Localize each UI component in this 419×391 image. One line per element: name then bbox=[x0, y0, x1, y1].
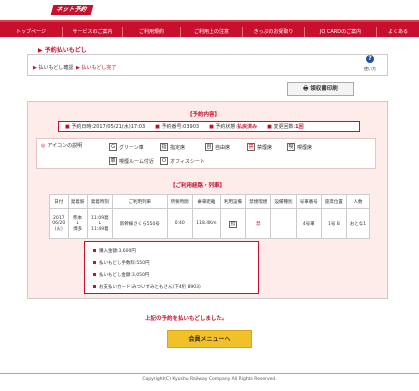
smoking-icon: 喫 bbox=[287, 143, 295, 151]
step-2: ▶ 払いもどし完了 bbox=[76, 65, 117, 71]
office-seat-icon: O bbox=[160, 157, 168, 165]
footer-divider bbox=[0, 373, 419, 374]
cell-type bbox=[270, 208, 297, 239]
header-date: 日付 bbox=[49, 194, 69, 209]
legend-reserved: 指指定席 bbox=[160, 143, 186, 151]
header-stations: 発着駅 bbox=[67, 194, 88, 209]
nav-jqcard[interactable]: JQ CARDのご案内 bbox=[304, 27, 376, 37]
reservation-number: ■ 予約番号:03903 bbox=[155, 124, 200, 130]
legend-smoking: 喫喫煙席 bbox=[287, 143, 313, 151]
reserved-seat-icon: 指 bbox=[228, 220, 238, 228]
legend-nonreserved: 自自由席 bbox=[205, 143, 231, 151]
green-car-icon: G bbox=[109, 143, 117, 151]
copyright: Copyright(C) Kyushu Railway Company All … bbox=[142, 377, 277, 382]
receipt-label: 領収書印刷 bbox=[310, 86, 338, 92]
cell-duration: 0:40 bbox=[166, 208, 193, 239]
nav-notes[interactable]: ご利用上の注意 bbox=[180, 27, 242, 37]
help-label[interactable]: 使い方 bbox=[364, 66, 376, 72]
cell-stations: 熊本 ↓ 博多 bbox=[67, 208, 88, 239]
legend-smoking-room: 車喫煙ルーム付近 bbox=[109, 157, 154, 165]
cell-persons: おとな1 bbox=[346, 208, 370, 239]
header-times: 発着時刻 bbox=[86, 194, 114, 209]
reserved-seat-icon: 指 bbox=[160, 143, 168, 151]
nav-faq[interactable]: よくある bbox=[376, 27, 419, 37]
reservation-date: ■ 予約日時:2017/05/21(水)17:03 bbox=[65, 124, 146, 130]
page-title-text: 予約払いもどし bbox=[44, 47, 87, 54]
printer-icon: 🖶 bbox=[303, 86, 309, 92]
payment-card: お支払いカード:みついすみともさん(下4桁 8903) bbox=[93, 284, 201, 290]
step-2-label: 払いもどし完了 bbox=[81, 65, 117, 71]
legend-nonsmoking: 禁禁煙席 bbox=[247, 143, 273, 151]
nav-tickets[interactable]: きっぷのお受取り bbox=[242, 27, 304, 37]
header-facility: 利用設備 bbox=[219, 194, 247, 209]
non-smoking-icon: 禁 bbox=[247, 143, 255, 151]
nav-terms[interactable]: ご利用規約 bbox=[122, 27, 180, 37]
receipt-print-button[interactable]: 🖶 領収書印刷 bbox=[287, 82, 354, 96]
nav-service[interactable]: サービスのご案内 bbox=[62, 27, 122, 37]
header-car: 号車番号 bbox=[295, 194, 322, 209]
reservation-summary: ■ 予約日時:2017/05/21(水)17:03 ■ 予約番号:03903 ■… bbox=[58, 121, 360, 132]
cell-seat: 1号 B bbox=[320, 208, 348, 239]
logo[interactable]: ネット予約 bbox=[50, 5, 94, 15]
member-menu-button[interactable]: 会員メニューへ bbox=[167, 330, 252, 348]
refund-amount: 払いもどし金額:3,050円 bbox=[93, 272, 149, 278]
completion-notice: 上記の予約を払いもどしました。 bbox=[145, 316, 228, 322]
route-table: 日付 発着駅 発着時刻 ご利用列車 所要時間 乗車距離 利用設備 禁煙喫煙 設備… bbox=[49, 194, 370, 239]
cell-distance: 118.4Km bbox=[191, 208, 221, 239]
main-nav: トップページ サービスのご案内 ご利用規約 ご利用上の注意 きっぷのお受取り J… bbox=[0, 27, 419, 37]
cell-facility: 指 bbox=[219, 208, 247, 239]
cell-smoking: 禁 bbox=[245, 208, 272, 239]
nonreserved-seat-icon: 自 bbox=[205, 143, 213, 151]
table-row: 2017 06/20 (火) 熊本 ↓ 博多 11:09発 ↓ 11:49着 新… bbox=[49, 208, 370, 239]
cell-date: 2017 06/20 (火) bbox=[49, 208, 69, 239]
step-indicator: ▶ 払いもどし確認 ▶ 払いもどし完了 bbox=[27, 54, 388, 76]
page-title: ▶ 予約払いもどし bbox=[38, 47, 87, 54]
legend-office: O オフィスシート bbox=[160, 157, 205, 165]
route-title: 【ご利用経路・列車】 bbox=[170, 183, 226, 189]
change-count: ■ 変更回数:1回 bbox=[267, 124, 304, 130]
purchase-amount: 購入金額:3,600円 bbox=[93, 248, 136, 254]
header-train: ご利用列車 bbox=[112, 194, 168, 209]
payment-summary: 購入金額:3,600円 払いもどし手数料:550円 払いもどし金額:3,050円… bbox=[84, 241, 259, 294]
reservation-status: ■ 予約状態:払戻済み bbox=[209, 124, 258, 130]
cell-car: 4号車 bbox=[295, 208, 322, 239]
route-header-row: 日付 発着駅 発着時刻 ご利用列車 所要時間 乗車距離 利用設備 禁煙喫煙 設備… bbox=[49, 194, 370, 209]
header-duration: 所要時間 bbox=[166, 194, 193, 209]
header-persons: 人数 bbox=[346, 194, 370, 209]
reservation-title: 【予約内容】 bbox=[187, 112, 221, 118]
non-smoking-icon: 禁 bbox=[256, 221, 261, 227]
header-type: 設備種別 bbox=[270, 194, 297, 209]
nav-top[interactable]: トップページ bbox=[0, 27, 62, 37]
step-1: ▶ 払いもどし確認 bbox=[33, 65, 74, 71]
icon-legend-label: ◎ アイコンの説明 bbox=[41, 142, 83, 150]
cell-train: 新幹線さくら550号 bbox=[112, 208, 168, 239]
step-1-label: 払いもどし確認 bbox=[38, 65, 74, 71]
legend-green: G グリーン車 bbox=[109, 143, 144, 151]
cell-times: 11:09発 ↓ 11:49着 bbox=[86, 208, 114, 239]
header-smoking: 禁煙喫煙 bbox=[245, 194, 272, 209]
header-distance: 乗車距離 bbox=[191, 194, 221, 209]
smoking-room-icon: 車 bbox=[109, 157, 117, 165]
header-seat: 座席位置 bbox=[320, 194, 348, 209]
refund-fee: 払いもどし手数料:550円 bbox=[93, 260, 150, 266]
icon-legend: ◎ アイコンの説明 G グリーン車 指指定席 自自由席 禁禁煙席 喫喫煙席 車喫煙ル… bbox=[36, 138, 376, 169]
help-icon[interactable]: ? bbox=[366, 55, 374, 63]
